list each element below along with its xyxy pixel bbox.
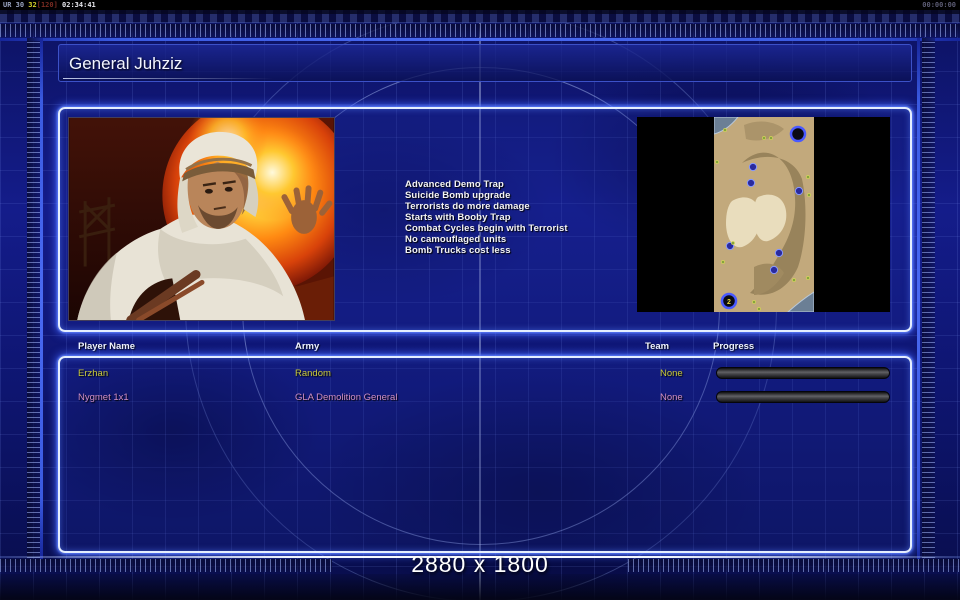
map-preview: 2	[713, 117, 814, 312]
debug-fps: 32	[28, 1, 37, 9]
ability-item: Combat Cycles begin with Terrorist	[405, 223, 568, 234]
top-status-bar: UR 30 32[120] 02:34:41 00:00:00	[0, 0, 960, 10]
player-name: Nygmet 1x1	[78, 392, 129, 403]
ability-item: Starts with Booby Trap	[405, 212, 511, 223]
player-army: Random	[295, 368, 331, 379]
start-position-label: 2	[727, 299, 731, 306]
frame-line-top	[0, 38, 960, 41]
portrait-art	[69, 118, 334, 320]
general-portrait	[68, 117, 335, 321]
general-abilities-list: Advanced Demo Trap Suicide Bomb upgrade …	[405, 179, 568, 256]
ruler-top	[0, 24, 960, 37]
title-panel: General Juhziz	[58, 44, 912, 82]
debug-readout: UR 30 32[120] 02:34:41	[3, 0, 96, 10]
ability-item: Advanced Demo Trap	[405, 179, 504, 190]
player-progress-bar	[716, 367, 890, 379]
ability-item: Suicide Bomb upgrade	[405, 190, 511, 201]
player-army: GLA Demolition General	[295, 392, 398, 403]
player-list-panel	[58, 356, 912, 553]
ruler-left	[27, 38, 40, 558]
start-position-1	[789, 125, 806, 143]
frame-line-left	[40, 38, 43, 560]
debug-time: 02:34:41	[57, 1, 96, 9]
column-header-team: Team	[645, 341, 670, 352]
column-header-player-name: Player Name	[78, 341, 136, 352]
ability-item: Terrorists do more damage	[405, 201, 530, 212]
title-underline	[63, 78, 273, 79]
start-position-2: 2	[720, 292, 737, 310]
player-name: Erzhan	[78, 368, 109, 379]
player-progress-bar	[716, 391, 890, 403]
map-preview-frame: 2	[637, 117, 890, 312]
top-dash-band	[0, 10, 960, 23]
frame-line-right	[917, 38, 920, 560]
game-lobby-screen: UR 30 32[120] 02:34:41 00:00:00 General …	[0, 0, 960, 600]
ability-item: No camouflaged units	[405, 234, 507, 245]
player-team: None	[660, 368, 683, 379]
debug-ur: UR 30	[3, 1, 29, 9]
page-title: General Juhziz	[69, 54, 183, 73]
column-header-progress: Progress	[713, 341, 755, 352]
player-team: None	[660, 392, 683, 403]
debug-bracket: [120]	[36, 1, 58, 9]
footer-shade	[0, 574, 960, 600]
column-header-army: Army	[295, 341, 320, 352]
ruler-right	[922, 38, 935, 558]
ability-item: Bomb Trucks cost less	[405, 245, 511, 256]
match-clock: 00:00:00	[922, 1, 956, 9]
